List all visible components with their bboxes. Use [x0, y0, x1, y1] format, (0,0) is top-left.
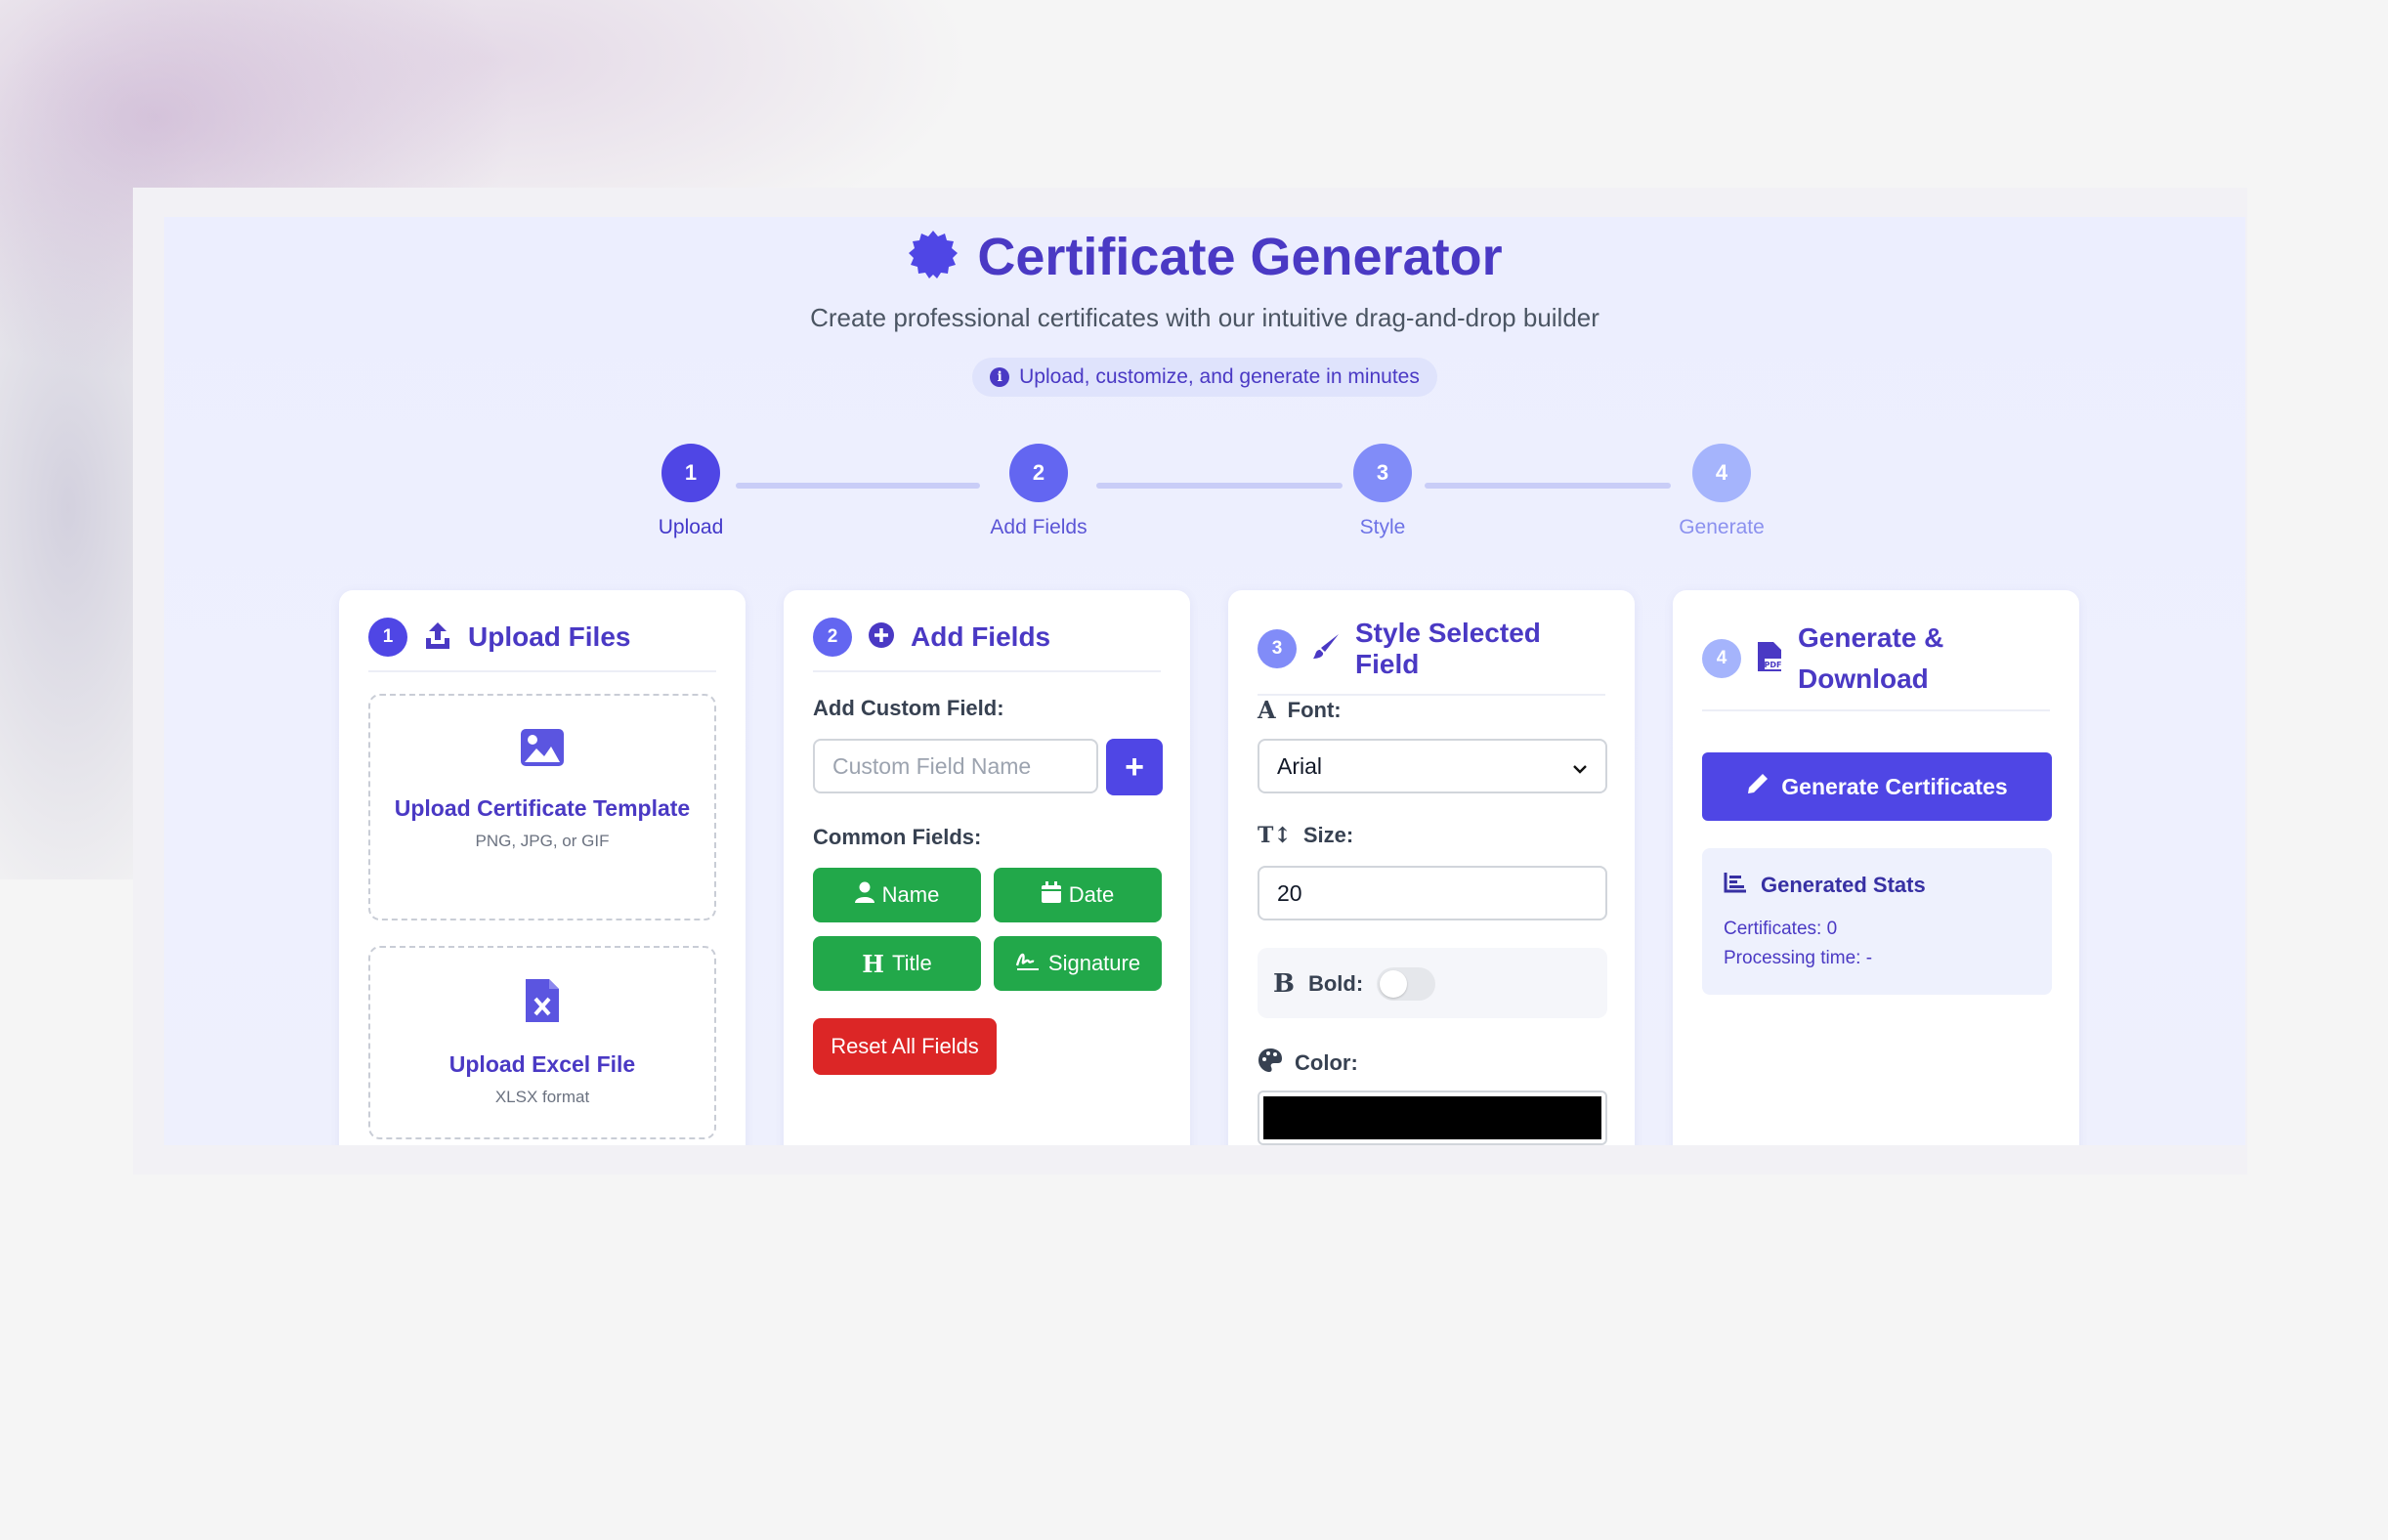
step-generate[interactable]: 4 Generate — [1634, 444, 1810, 539]
card-title: Style Selected Field — [1355, 618, 1541, 679]
app-container: Certificate Generator Create professiona… — [164, 217, 2245, 1145]
progress-stepper: 1 Upload 2 Add Fields 3 Style 4 Generate — [164, 444, 2245, 561]
certificate-badge-icon — [907, 229, 959, 286]
bold-toggle-row: B Bold: — [1258, 948, 1607, 1018]
info-icon: i — [990, 367, 1010, 387]
style-card: 3 Style Selected Field A Font: Arial T↕ … — [1228, 590, 1635, 1145]
font-icon: A — [1258, 696, 1276, 724]
card-step-badge: 2 — [813, 618, 852, 657]
heading-icon: H — [862, 949, 884, 978]
info-pill: i Upload, customize, and generate in min… — [972, 358, 1437, 397]
card-title: Add Fields — [911, 621, 1051, 652]
svg-text:PDF: PDF — [1765, 661, 1782, 669]
upload-card: 1 Upload Files Upload Certificate Templa… — [339, 590, 746, 1145]
generated-stats-panel: Generated Stats Certificates: 0 Processi… — [1702, 848, 2052, 995]
pencil-icon — [1746, 772, 1770, 801]
excel-dropzone[interactable]: Upload Excel File XLSX format — [368, 946, 716, 1139]
size-input[interactable]: 20 — [1258, 866, 1607, 920]
card-step-badge: 4 — [1702, 639, 1741, 678]
card-title: Upload Files — [468, 621, 631, 652]
card-header: 4 PDF Generate & Download — [1702, 618, 2050, 711]
card-header: 1 Upload Files — [368, 618, 716, 672]
paint-brush-icon — [1312, 633, 1340, 665]
calendar-icon — [1041, 881, 1061, 909]
step-number: 2 — [1009, 444, 1068, 502]
signature-icon — [1015, 950, 1041, 977]
excel-format: XLSX format — [494, 1088, 590, 1106]
chevron-down-icon — [1572, 753, 1588, 780]
size-label: T↕ Size: — [1258, 823, 1354, 848]
add-fields-card: 2 Add Fields Add Custom Field: Custom Fi… — [784, 590, 1190, 1145]
add-field-button[interactable]: + — [1106, 739, 1163, 795]
page-title: Certificate Generator — [977, 228, 1503, 286]
chart-bar-icon — [1724, 872, 1747, 899]
signature-field-button[interactable]: Signature — [994, 936, 1162, 991]
step-style[interactable]: 3 Style — [1295, 444, 1471, 539]
card-step-badge: 3 — [1258, 629, 1297, 668]
palette-icon — [1258, 1048, 1283, 1079]
color-label: Color: — [1258, 1048, 1358, 1079]
card-header: 2 Add Fields — [813, 618, 1161, 672]
stats-title: Generated Stats — [1761, 873, 1926, 897]
card-step-badge: 1 — [368, 618, 407, 657]
title-row: Certificate Generator — [164, 227, 2245, 287]
step-add-fields[interactable]: 2 Add Fields — [951, 444, 1127, 539]
step-number: 3 — [1353, 444, 1412, 502]
bold-label: Bold: — [1307, 971, 1364, 996]
step-label: Upload — [658, 516, 724, 538]
upload-icon — [423, 620, 452, 655]
toggle-knob — [1380, 970, 1408, 998]
excel-file-icon — [370, 977, 714, 1029]
font-label: A Font: — [1258, 696, 1342, 724]
page-subtitle: Create professional certificates with ou… — [810, 303, 1599, 332]
user-icon — [854, 881, 874, 909]
step-upload[interactable]: 1 Upload — [603, 444, 779, 539]
font-select[interactable]: Arial — [1258, 739, 1607, 793]
info-pill-text: Upload, customize, and generate in minut… — [1019, 365, 1420, 388]
color-picker[interactable] — [1258, 1091, 1607, 1145]
step-label: Style — [1359, 516, 1406, 538]
template-upload-title: Upload Certificate Template — [394, 795, 691, 821]
custom-field-input[interactable]: Custom Field Name — [813, 739, 1098, 793]
generate-certificates-button[interactable]: Generate Certificates — [1702, 752, 2052, 821]
card-header: 3 Style Selected Field — [1258, 618, 1605, 696]
color-swatch — [1263, 1096, 1601, 1139]
reset-fields-button[interactable]: Reset All Fields — [813, 1018, 997, 1075]
processing-time: Processing time: - — [1724, 948, 1873, 968]
step-label: Generate — [1679, 516, 1765, 538]
date-field-button[interactable]: Date — [994, 868, 1162, 922]
step-number: 4 — [1692, 444, 1751, 502]
common-fields-label: Common Fields: — [813, 825, 982, 849]
template-formats: PNG, JPG, or GIF — [475, 832, 610, 850]
title-field-button[interactable]: H Title — [813, 936, 981, 991]
pdf-file-icon: PDF — [1757, 641, 1782, 677]
bold-icon: B — [1273, 969, 1295, 999]
card-title: Generate & Download — [1798, 622, 1944, 694]
custom-field-label: Add Custom Field: — [813, 696, 1004, 720]
plus-circle-icon — [868, 621, 895, 654]
certificates-count: Certificates: 0 — [1724, 919, 1838, 939]
excel-upload-title: Upload Excel File — [448, 1051, 636, 1077]
bold-toggle[interactable] — [1377, 967, 1436, 1001]
template-dropzone[interactable]: Upload Certificate Template PNG, JPG, or… — [368, 694, 716, 920]
step-label: Add Fields — [990, 516, 1087, 538]
step-number: 1 — [661, 444, 720, 502]
image-icon — [370, 727, 714, 773]
name-field-button[interactable]: Name — [813, 868, 981, 922]
text-height-icon: T↕ — [1258, 823, 1292, 848]
generate-card: 4 PDF Generate & Download Generate Certi… — [1673, 590, 2079, 1145]
